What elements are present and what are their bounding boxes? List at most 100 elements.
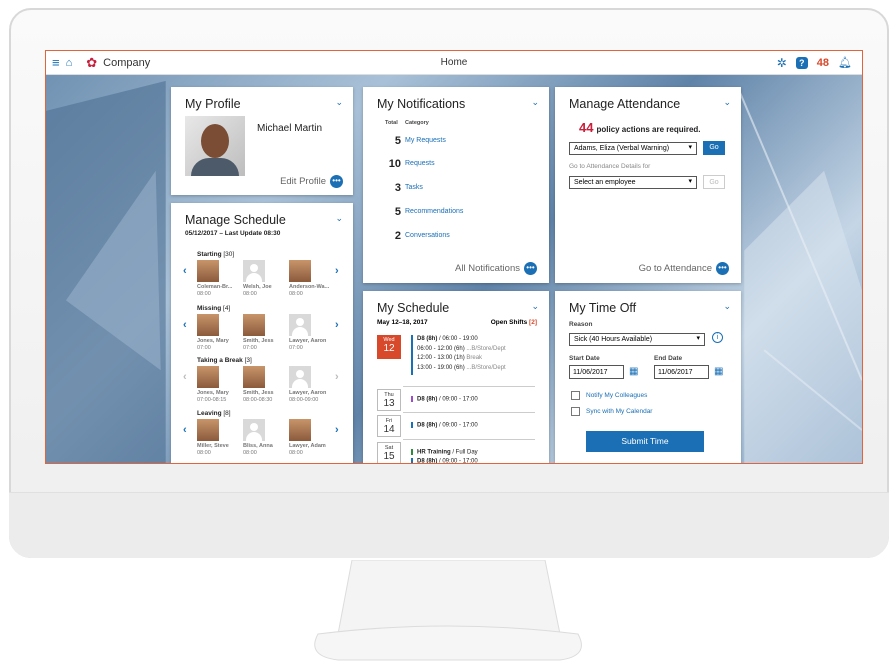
info-icon[interactable]: i (712, 332, 723, 343)
previous-arrow-icon[interactable]: ‹ (183, 319, 187, 331)
employee-name: Lawyer, Aaron (289, 390, 327, 396)
next-arrow-icon[interactable]: › (335, 319, 339, 331)
end-date-input[interactable]: 11/06/2017 (654, 365, 709, 379)
employee-avatar[interactable] (243, 314, 265, 336)
employee-avatar[interactable] (197, 314, 219, 336)
chevron-down-icon[interactable]: ⌄ (531, 301, 539, 312)
schedule-group-label: Leaving [8] (197, 410, 231, 417)
calendar-icon[interactable]: ▦ (629, 366, 638, 377)
notification-category-link[interactable]: Requests (405, 160, 435, 167)
policy-count: 44 (579, 120, 594, 135)
sync-checkbox[interactable] (571, 407, 580, 416)
employee-name: Smith, Jess (243, 390, 274, 396)
employee-avatar[interactable] (289, 366, 311, 388)
notification-category-link[interactable]: My Requests (405, 137, 446, 144)
settings-gear-icon[interactable]: ✲ (777, 56, 787, 70)
shift-line[interactable]: D8 (8h) / 09:00 - 17:00 (411, 396, 478, 403)
employee-select[interactable]: Adams, Eliza (Verbal Warning) (569, 142, 697, 155)
card-title: My Profile (185, 97, 241, 111)
next-arrow-icon[interactable]: › (335, 424, 339, 436)
reason-select[interactable]: Sick (40 Hours Available) (569, 333, 705, 346)
open-shifts-link[interactable]: Open Shifts [2] (491, 319, 537, 326)
go-to-attendance-link[interactable]: Go to Attendance ••• (639, 262, 729, 275)
notification-count: 3 (394, 182, 401, 194)
employee-avatar[interactable] (197, 260, 219, 282)
person-silhouette-icon (296, 318, 304, 326)
shift-line[interactable]: HR Training / Full Day (411, 449, 478, 456)
shift-line[interactable]: 13:00 - 19:00 (6h) ...B/Store/Dept (417, 365, 506, 371)
employee-name: Lawyer, Adam (289, 443, 326, 449)
reason-label: Reason (569, 321, 593, 328)
edit-profile-link[interactable]: Edit Profile ••• (280, 175, 343, 188)
employee-time: 08:00 (243, 450, 257, 456)
chevron-down-icon[interactable]: ⌄ (335, 97, 343, 108)
go-button-disabled[interactable]: Go (703, 175, 725, 189)
employee-avatar[interactable] (289, 314, 311, 336)
day-divider (403, 386, 535, 387)
alert-count[interactable]: 48 (817, 57, 829, 69)
employee-name: Jones, Mary (197, 338, 229, 344)
employee-name: Coleman-Br... (197, 284, 233, 290)
help-icon[interactable]: ? (795, 56, 808, 69)
shift-color-marker (411, 458, 413, 463)
employee-avatar[interactable] (243, 366, 265, 388)
chevron-down-icon[interactable]: ⌄ (723, 97, 731, 108)
notification-count: 2 (394, 230, 401, 242)
card-title: My Notifications (377, 97, 466, 111)
notification-category-link[interactable]: Tasks (405, 184, 423, 191)
notify-label[interactable]: Notify My Colleagues (586, 392, 647, 399)
shift-line[interactable]: D8 (8h) / 09:00 - 17:00 (411, 458, 478, 463)
previous-arrow-icon[interactable]: ‹ (183, 371, 187, 383)
all-notifications-link[interactable]: All Notifications ••• (455, 262, 537, 275)
shift-line[interactable]: 12:00 - 13:00 (1h) Break (417, 355, 482, 361)
my-notifications-card: My Notifications ⌄ Total Category 5 My Re… (363, 87, 549, 283)
employee-avatar[interactable] (197, 366, 219, 388)
home-icon[interactable]: ⌂ (66, 57, 73, 69)
start-date-input[interactable]: 11/06/2017 (569, 365, 624, 379)
select-employee-dropdown[interactable]: Select an employee (569, 176, 697, 189)
notification-count: 5 (394, 135, 401, 147)
sync-label[interactable]: Sync with My Calendar (586, 408, 652, 415)
notification-category-link[interactable]: Recommendations (405, 208, 463, 215)
day-badge[interactable]: Thu 13 (377, 389, 401, 411)
calendar-icon[interactable]: ▦ (714, 366, 723, 377)
notify-checkbox[interactable] (571, 391, 580, 400)
chevron-down-icon[interactable]: ⌄ (531, 97, 539, 108)
shift-line[interactable]: 06:00 - 12:00 (6h) ...B/Store/Dept (417, 346, 506, 352)
bell-icon[interactable]: 🔔︎ (838, 56, 852, 69)
employee-avatar[interactable] (243, 419, 265, 441)
employee-avatar[interactable] (197, 419, 219, 441)
chevron-down-icon[interactable]: ⌄ (335, 213, 343, 224)
day-badge[interactable]: Wed 12 (377, 335, 401, 359)
chevron-down-icon[interactable]: ⌄ (723, 301, 731, 312)
day-divider (403, 412, 535, 413)
hamburger-menu-icon[interactable]: ≡ (52, 55, 60, 70)
end-date-label: End Date (654, 355, 683, 362)
next-arrow-icon[interactable]: › (335, 265, 339, 277)
employee-time: 07:00 (197, 345, 211, 351)
my-time-off-card: My Time Off ⌄ Reason Sick (40 Hours Avai… (555, 291, 741, 463)
employee-avatar[interactable] (243, 260, 265, 282)
employee-avatar[interactable] (289, 419, 311, 441)
go-button[interactable]: Go (703, 141, 725, 155)
notification-category-link[interactable]: Conversations (405, 232, 450, 239)
employee-name: Welsh, Joe (243, 284, 272, 290)
employee-name: Jones, Mary (197, 390, 229, 396)
day-badge[interactable]: Fri 14 (377, 415, 401, 437)
employee-time: 08:00-08:30 (243, 397, 273, 403)
next-arrow-icon[interactable]: › (335, 371, 339, 383)
card-title: Manage Schedule (185, 213, 286, 227)
my-profile-card: My Profile ⌄ Michael Martin Edit Profile… (171, 87, 353, 195)
card-title: Manage Attendance (569, 97, 681, 111)
previous-arrow-icon[interactable]: ‹ (183, 424, 187, 436)
shift-line[interactable]: D8 (8h) / 09:00 - 17:00 (411, 422, 478, 429)
schedule-group-label: Missing [4] (197, 305, 231, 312)
day-badge[interactable]: Sat 15 (377, 442, 401, 463)
submit-time-button[interactable]: Submit Time (586, 431, 704, 452)
shift-line[interactable]: D8 (8h) / 06:00 - 19:00 (417, 336, 478, 342)
employee-avatar[interactable] (289, 260, 311, 282)
card-title: My Schedule (377, 301, 450, 315)
shift-color-marker (411, 422, 413, 428)
manage-schedule-card: Manage Schedule ⌄ 05/12/2017 – Last Upda… (171, 203, 353, 463)
previous-arrow-icon[interactable]: ‹ (183, 265, 187, 277)
